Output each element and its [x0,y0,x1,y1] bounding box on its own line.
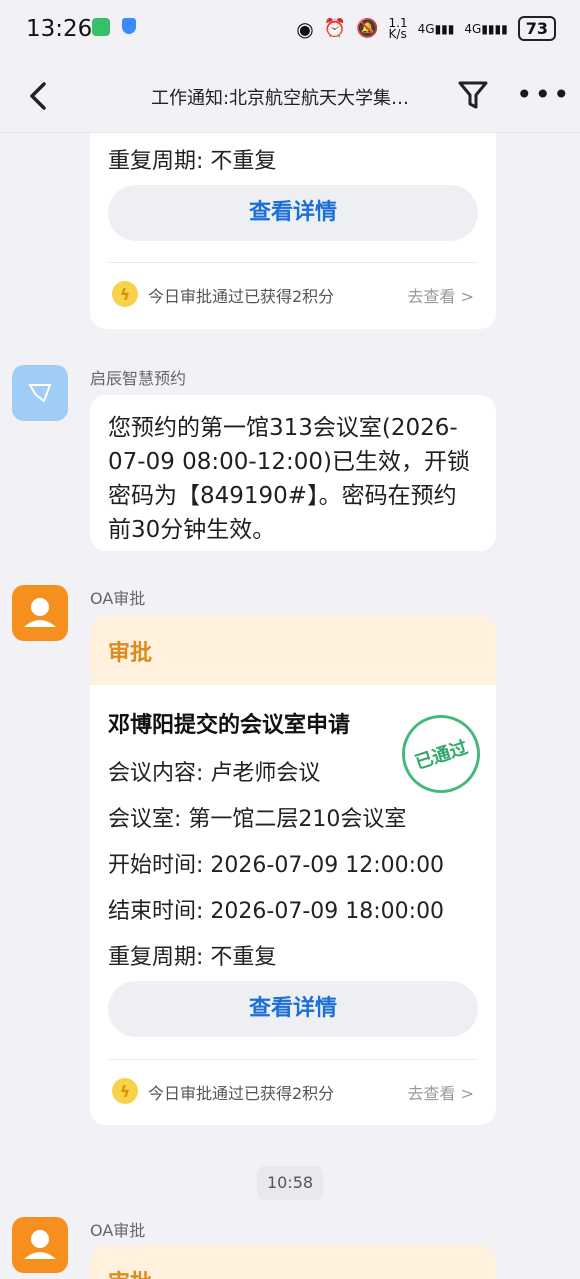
sender-name: OA审批 [90,589,146,608]
lightning-icon: ϟ [112,1078,138,1104]
oa-avatar[interactable] [12,585,68,641]
sender-name: 启辰智慧预约 [90,369,187,388]
status-right: ◉ ⏰ 🔕 1.1 K/s 4G▮▮▮ 4G▮▮▮▮ 73 [296,16,556,41]
points-row[interactable]: ϟ 今日审批通过已获得2积分 去查看 > [108,1059,478,1124]
mute-icon: 🔕 [356,18,379,39]
repeat-field: 重复周期: 不重复 [108,945,277,970]
oa-avatar[interactable] [12,1217,68,1273]
person-icon [24,598,56,627]
clock: 13:26 [26,16,93,42]
approval-card-header: 审批 [90,615,496,685]
lightning-icon: ϟ [112,281,138,307]
go-view-link[interactable]: 去查看 > [408,1080,475,1104]
filter-icon[interactable] [456,78,490,112]
message-bubble[interactable]: 您预约的第一馆313会议室(2026-07-09 08:00-12:00)已生效… [90,395,496,551]
approved-stamp: 已通过 [391,704,491,804]
room-field: 会议室: 第一馆二层210会议室 [108,807,407,832]
shield-icon [122,18,136,34]
time-divider: 10:58 [257,1166,323,1200]
alarm-icon: ⏰ [323,18,347,39]
battery-icon: 73 [517,16,556,41]
points-text: 今日审批通过已获得2积分 [148,287,335,306]
message-list[interactable]: 重复周期: 不重复 查看详情 ϟ 今日审批通过已获得2积分 去查看 > 启辰智慧… [0,133,580,1279]
app-notification-icon [92,18,110,36]
more-options-icon[interactable]: ••• [516,81,572,109]
eye-icon: ◉ [296,16,314,41]
status-bar: 13:26 ◉ ⏰ 🔕 1.1 K/s 4G▮▮▮ 4G▮▮▮▮ 73 [0,0,580,60]
qichen-avatar[interactable] [12,365,68,421]
end-time-field: 结束时间: 2026-07-09 18:00:00 [108,899,445,924]
points-row[interactable]: ϟ 今日审批通过已获得2积分 去查看 > [108,262,478,327]
chat-title: 工作通知:北京航空航天大学集… [150,88,410,109]
signal-icon: 4G▮▮▮ [417,21,455,36]
approval-title: 邓博阳提交的会议室申请 [108,713,351,738]
person-icon [24,1230,56,1259]
repeat-field: 重复周期: 不重复 [108,149,277,174]
qichen-logo-icon [28,384,52,403]
approval-card[interactable]: 审批 [90,1245,496,1279]
approval-card-header: 审批 [90,1245,496,1279]
nav-bar: 工作通知:北京航空航天大学集… ••• [0,60,580,133]
approval-card[interactable]: 审批 邓博阳提交的会议室申请 已通过 会议内容: 卢老师会议 会议室: 第一馆二… [90,615,496,1125]
network-speed: 1.1 K/s [388,15,408,41]
sender-name: OA审批 [90,1221,146,1240]
meeting-content-field: 会议内容: 卢老师会议 [108,761,321,786]
approval-card-previous[interactable]: 重复周期: 不重复 查看详情 ϟ 今日审批通过已获得2积分 去查看 > [90,133,496,329]
go-view-link[interactable]: 去查看 > [408,283,475,307]
points-text: 今日审批通过已获得2积分 [148,1084,335,1103]
back-arrow-icon[interactable] [22,78,58,114]
view-details-button[interactable]: 查看详情 [108,185,478,241]
start-time-field: 开始时间: 2026-07-09 12:00:00 [108,853,445,878]
view-details-button[interactable]: 查看详情 [108,981,478,1037]
signal-icon-2: 4G▮▮▮▮ [464,21,508,36]
